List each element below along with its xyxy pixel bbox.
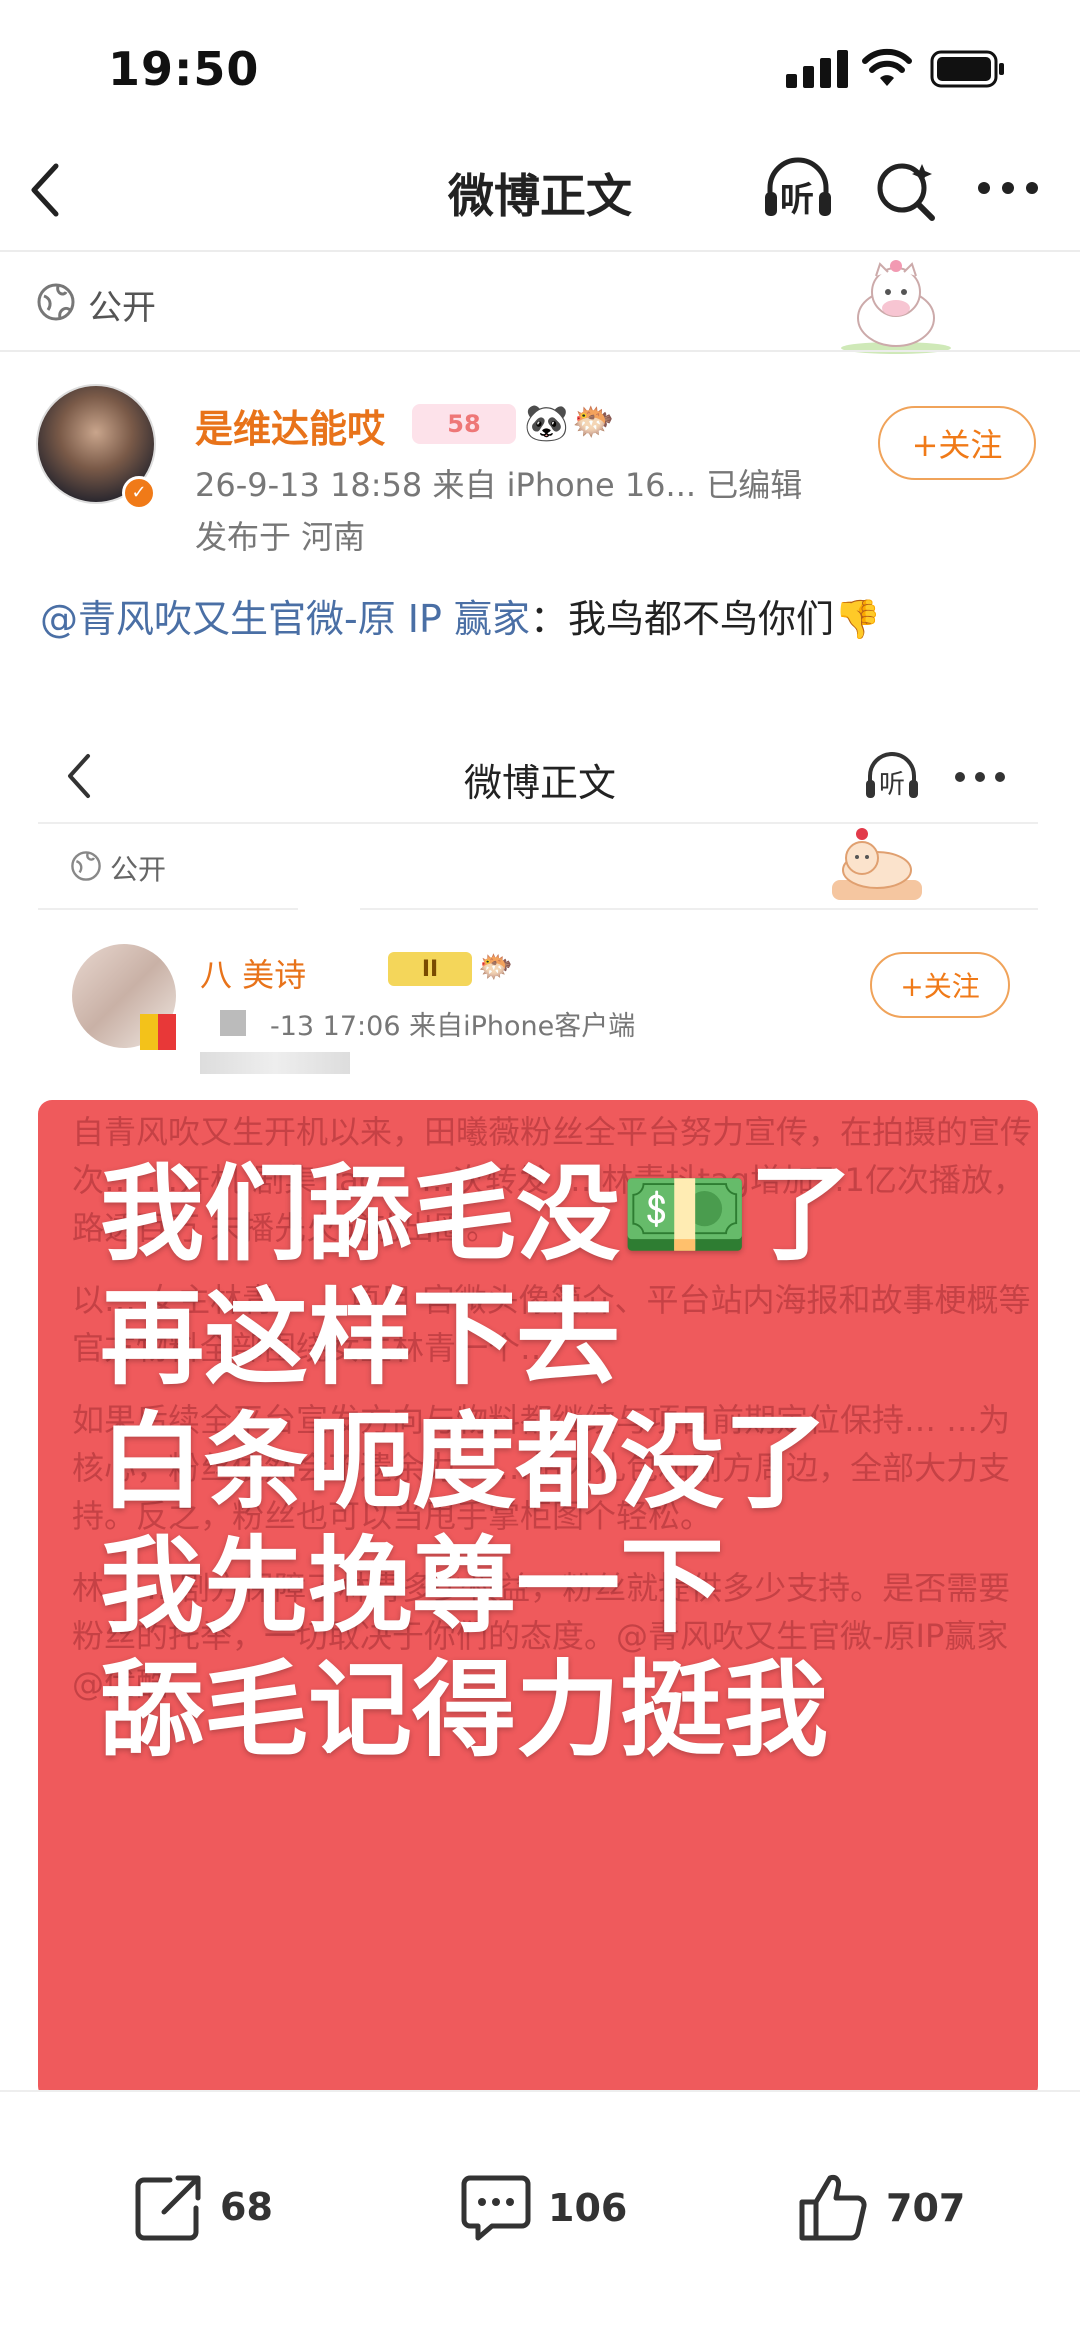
overlay-line: 再这样下去: [100, 1277, 621, 1399]
embedded-listen-icon: 听: [862, 748, 922, 808]
share-button[interactable]: 68: [134, 2172, 273, 2242]
embedded-location-blur: [200, 1052, 350, 1074]
embedded-listen-label: 听: [879, 770, 906, 800]
globe-icon: [36, 282, 76, 326]
signal-icon: [786, 50, 848, 88]
post-meta: 26-9-13 18:58 来自 iPhone 16... 已编辑: [195, 466, 803, 504]
embedded-post-meta: -13 17:06 来自iPhone客户端: [270, 1011, 636, 1042]
overlay-card: 自青风吹又生开机以来，田曦薇粉丝全平台努力宣传，在拍摄的宣传次… …开机 剧集 …: [38, 1100, 1038, 2100]
embedded-crown-badge: II: [388, 952, 472, 986]
embedded-meta-blur: [220, 1010, 246, 1036]
post-location: 发布于 河南: [195, 518, 366, 556]
status-time: 19:50: [108, 42, 260, 96]
post-text: @青风吹又生官微-原 IP 赢家：我鸟都不鸟你们👎: [40, 588, 881, 643]
comment-icon: [461, 2175, 531, 2241]
more-icon[interactable]: [976, 180, 1040, 200]
listen-label: 听: [780, 180, 814, 220]
fish-badge-icon: 🐡: [572, 402, 615, 442]
overlay-line: 我先挽尊一下: [100, 1525, 725, 1647]
follow-button[interactable]: +关注: [878, 406, 1036, 480]
like-button[interactable]: 707: [798, 2172, 965, 2244]
share-count: 68: [220, 2185, 273, 2229]
comment-count: 106: [548, 2186, 628, 2230]
post-body: 我鸟都不鸟你们👎: [568, 597, 882, 641]
search-icon[interactable]: [872, 156, 940, 228]
listen-button[interactable]: 听: [760, 152, 836, 228]
verified-badge-icon: ✓: [122, 476, 156, 510]
level-badge: 58: [412, 404, 516, 444]
overlay-lines: 我们舔毛没💵了 再这样下去 白条呃度都没了 我先挽尊一下 舔毛记得力挺我: [100, 1152, 854, 1772]
embedded-globe-icon: [70, 850, 102, 886]
share-icon: [135, 2175, 201, 2241]
mention-link[interactable]: @青风吹又生官微-原 IP 赢家: [40, 597, 530, 641]
embedded-follow-button: +关注: [870, 952, 1010, 1018]
embedded-more-icon: [954, 768, 1006, 787]
author-name[interactable]: 是维达能哎: [195, 398, 385, 453]
action-bar: 68 106 707: [0, 2090, 1080, 2337]
comment-button[interactable]: 106: [460, 2172, 627, 2244]
level-badge-text: 58: [447, 410, 481, 438]
overlay-line: 我们舔毛没💵了: [100, 1153, 854, 1275]
thumbs-up-icon: [799, 2175, 867, 2241]
battery-icon: [930, 50, 1006, 92]
like-count: 707: [886, 2186, 966, 2230]
wifi-icon: [862, 48, 912, 92]
embedded-cat-sticker: [822, 820, 932, 910]
embedded-avatar-blur: [140, 1014, 176, 1050]
post-colon: ：: [530, 597, 569, 641]
embedded-fish-icon: 🐡: [478, 950, 513, 983]
panda-icon: 🐼: [524, 403, 569, 444]
visibility-label: 公开: [88, 288, 156, 328]
embedded-badge-text: II: [421, 956, 439, 982]
overlay-line: 舔毛记得力挺我: [100, 1649, 829, 1771]
cat-sticker: [826, 256, 966, 356]
overlay-line: 白条呃度都没了: [100, 1401, 829, 1523]
embedded-visibility: 公开: [110, 853, 167, 886]
embedded-author-name: 八 美诗: [200, 956, 307, 994]
